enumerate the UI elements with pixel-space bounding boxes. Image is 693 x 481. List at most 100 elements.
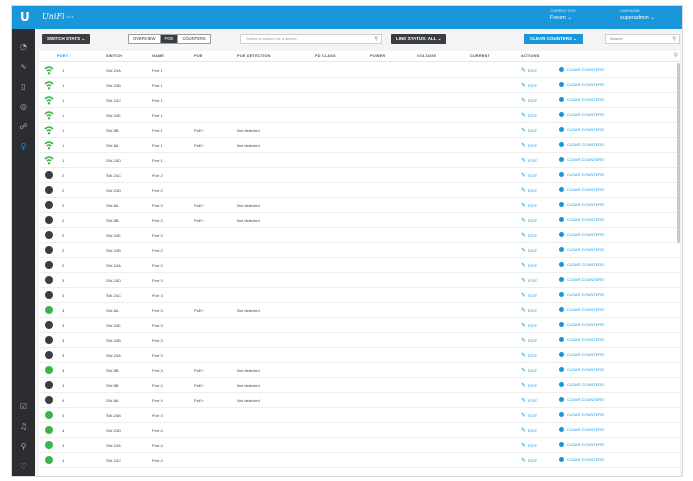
clear-port-counters-button[interactable]: CLEAR COUNTERS: [559, 307, 604, 312]
table-row[interactable]: 2 SW-24B Port 2 ✎ EDIT CLEAR COUNTERS: [39, 243, 680, 258]
edit-port-button[interactable]: ✎ EDIT: [521, 292, 537, 299]
switch-cell[interactable]: SW-24E: [106, 113, 121, 118]
edit-port-button[interactable]: ✎ EDIT: [521, 412, 537, 419]
clear-port-counters-button[interactable]: CLEAR COUNTERS: [559, 292, 604, 297]
col-switch[interactable]: SWITCH: [106, 54, 122, 58]
clear-port-counters-button[interactable]: CLEAR COUNTERS: [559, 82, 604, 87]
edit-port-button[interactable]: ✎ EDIT: [521, 457, 537, 464]
switch-cell[interactable]: SW-24D: [106, 428, 121, 433]
table-row[interactable]: 4 SW-8A Port 4 PoE+ Not detected ✎ EDIT CLEAR C…: [39, 393, 680, 408]
clear-port-counters-button[interactable]: CLEAR COUNTERS: [559, 337, 604, 342]
table-row[interactable]: 3 SW-8B Port 3 PoE+ Not detected ✎ EDIT CLEAR C…: [39, 363, 680, 378]
switch-cell[interactable]: SW-8A: [106, 308, 119, 313]
clear-port-counters-button[interactable]: CLEAR COUNTERS: [559, 412, 604, 417]
edit-port-button[interactable]: ✎ EDIT: [521, 397, 537, 404]
switch-cell[interactable]: SW-24C: [106, 293, 121, 298]
table-row[interactable]: 1 SW-24C Port 1 ✎ EDIT CLEAR COUNTERS: [39, 93, 680, 108]
col-port[interactable]: PORT ↑: [57, 54, 72, 58]
switch-cell[interactable]: SW-24C: [106, 98, 121, 103]
edit-port-button[interactable]: ✎ EDIT: [521, 172, 537, 179]
bell-icon[interactable]: ♫: [18, 421, 29, 432]
map-icon[interactable]: ▯: [18, 81, 29, 92]
edit-port-button[interactable]: ✎ EDIT: [521, 67, 537, 74]
edit-port-button[interactable]: ✎ EDIT: [521, 382, 537, 389]
table-row[interactable]: 3 SW-24E Port 3 ✎ EDIT CLEAR COUNTERS: [39, 318, 680, 333]
switch-cell[interactable]: SW-24B: [106, 338, 121, 343]
switch-cell[interactable]: SW-24D: [106, 158, 121, 163]
edit-port-button[interactable]: ✎ EDIT: [521, 97, 537, 104]
col-pd-class[interactable]: PD CLASS: [315, 54, 336, 58]
switch-cell[interactable]: SW-24C: [106, 458, 121, 463]
switch-cell[interactable]: SW-24B: [106, 248, 121, 253]
clear-port-counters-button[interactable]: CLEAR COUNTERS: [559, 442, 604, 447]
table-row[interactable]: 4 SW-24D Port 4 ✎ EDIT CLEAR COUNTERS: [39, 423, 680, 438]
clear-port-counters-button[interactable]: CLEAR COUNTERS: [559, 457, 604, 462]
scrollbar[interactable]: [677, 63, 680, 243]
edit-port-button[interactable]: ✎ EDIT: [521, 112, 537, 119]
alerts-icon[interactable]: ☑: [18, 401, 29, 412]
table-row[interactable]: 1 SW-8B Port 1 PoE+ Not detected ✎ EDIT CLEAR C…: [39, 123, 680, 138]
switch-cell[interactable]: SW-8A: [106, 203, 119, 208]
switch-cell[interactable]: SW-8B: [106, 368, 119, 373]
switch-cell[interactable]: SW-24A: [106, 263, 121, 268]
chat-icon[interactable]: ♡: [18, 461, 29, 472]
table-row[interactable]: 3 SW-24D Port 3 ✎ EDIT CLEAR COUNTERS: [39, 273, 680, 288]
table-search-input[interactable]: Search ⚲: [605, 34, 680, 44]
clear-port-counters-button[interactable]: CLEAR COUNTERS: [559, 127, 604, 132]
dashboard-icon[interactable]: ◔: [18, 41, 29, 52]
table-row[interactable]: 1 SW-8A Port 1 PoE+ Not detected ✎ EDIT CLEAR C…: [39, 138, 680, 153]
ubiquiti-logo[interactable]: U: [20, 10, 30, 24]
clear-port-counters-button[interactable]: CLEAR COUNTERS: [559, 382, 604, 387]
table-row[interactable]: 4 SW-24B Port 4 ✎ EDIT CLEAR COUNTERS: [39, 408, 680, 423]
switch-cell[interactable]: SW-24E: [106, 233, 121, 238]
clear-port-counters-button[interactable]: CLEAR COUNTERS: [559, 157, 604, 162]
col-poe[interactable]: POE: [194, 54, 203, 58]
edit-port-button[interactable]: ✎ EDIT: [521, 232, 537, 239]
edit-port-button[interactable]: ✎ EDIT: [521, 247, 537, 254]
tab-poe[interactable]: POE: [160, 35, 179, 43]
switch-cell[interactable]: SW-8B: [106, 383, 119, 388]
statistics-icon[interactable]: ∿: [18, 61, 29, 72]
table-row[interactable]: 2 SW-8B Port 2 PoE+ Not detected ✎ EDIT CLEAR C…: [39, 213, 680, 228]
table-row[interactable]: 2 SW-8A Port 2 PoE+ Not detected ✎ EDIT CLEAR C…: [39, 198, 680, 213]
insights-icon[interactable]: ♀: [18, 141, 29, 152]
clear-port-counters-button[interactable]: CLEAR COUNTERS: [559, 97, 604, 102]
switch-cell[interactable]: SW-24D: [106, 188, 121, 193]
table-row[interactable]: 3 SW-24A Port 3 ✎ EDIT CLEAR COUNTERS: [39, 348, 680, 363]
edit-port-button[interactable]: ✎ EDIT: [521, 187, 537, 194]
edit-port-button[interactable]: ✎ EDIT: [521, 277, 537, 284]
table-row[interactable]: 2 SW-24E Port 2 ✎ EDIT CLEAR COUNTERS: [39, 228, 680, 243]
table-row[interactable]: 1 SW-24E Port 1 ✎ EDIT CLEAR COUNTERS: [39, 108, 680, 123]
table-row[interactable]: 4 SW-24A Port 4 ✎ EDIT CLEAR COUNTERS: [39, 438, 680, 453]
edit-port-button[interactable]: ✎ EDIT: [521, 367, 537, 374]
clear-port-counters-button[interactable]: CLEAR COUNTERS: [559, 397, 604, 402]
edit-port-button[interactable]: ✎ EDIT: [521, 442, 537, 449]
table-row[interactable]: 2 SW-24A Port 2 ✎ EDIT CLEAR COUNTERS: [39, 258, 680, 273]
table-row[interactable]: 3 SW-8A Port 3 PoE+ Not detected ✎ EDIT CLEAR C…: [39, 303, 680, 318]
table-row[interactable]: 2 SW-24C Port 2 ✎ EDIT CLEAR COUNTERS: [39, 168, 680, 183]
table-row[interactable]: 1 SW-24B Port 1 ✎ EDIT CLEAR COUNTERS: [39, 78, 680, 93]
link-status-filter[interactable]: LINK STATUS: ALL ⌄: [391, 34, 447, 44]
edit-port-button[interactable]: ✎ EDIT: [521, 142, 537, 149]
switch-cell[interactable]: SW-8B: [106, 218, 119, 223]
edit-port-button[interactable]: ✎ EDIT: [521, 82, 537, 89]
search-icon[interactable]: ⚲: [18, 441, 29, 452]
clear-port-counters-button[interactable]: CLEAR COUNTERS: [559, 322, 604, 327]
user-menu[interactable]: USERNAME superadmin ⌄: [620, 9, 655, 21]
switch-cell[interactable]: SW-8B: [106, 128, 119, 133]
clear-port-counters-button[interactable]: CLEAR COUNTERS: [559, 172, 604, 177]
clear-port-counters-button[interactable]: CLEAR COUNTERS: [559, 247, 604, 252]
edit-port-button[interactable]: ✎ EDIT: [521, 337, 537, 344]
clear-port-counters-button[interactable]: CLEAR COUNTERS: [559, 217, 604, 222]
clear-port-counters-button[interactable]: CLEAR COUNTERS: [559, 67, 604, 72]
edit-port-button[interactable]: ✎ EDIT: [521, 352, 537, 359]
edit-port-button[interactable]: ✎ EDIT: [521, 157, 537, 164]
edit-port-button[interactable]: ✎ EDIT: [521, 322, 537, 329]
switch-cell[interactable]: SW-24B: [106, 83, 121, 88]
tab-overview[interactable]: OVERVIEW: [129, 35, 161, 43]
switch-cell[interactable]: SW-24E: [106, 323, 121, 328]
clear-port-counters-button[interactable]: CLEAR COUNTERS: [559, 367, 604, 372]
switch-cell[interactable]: SW-24A: [106, 353, 121, 358]
table-row[interactable]: 3 SW-24C Port 3 ✎ EDIT CLEAR COUNTERS: [39, 288, 680, 303]
switch-cell[interactable]: SW-8A: [106, 143, 119, 148]
